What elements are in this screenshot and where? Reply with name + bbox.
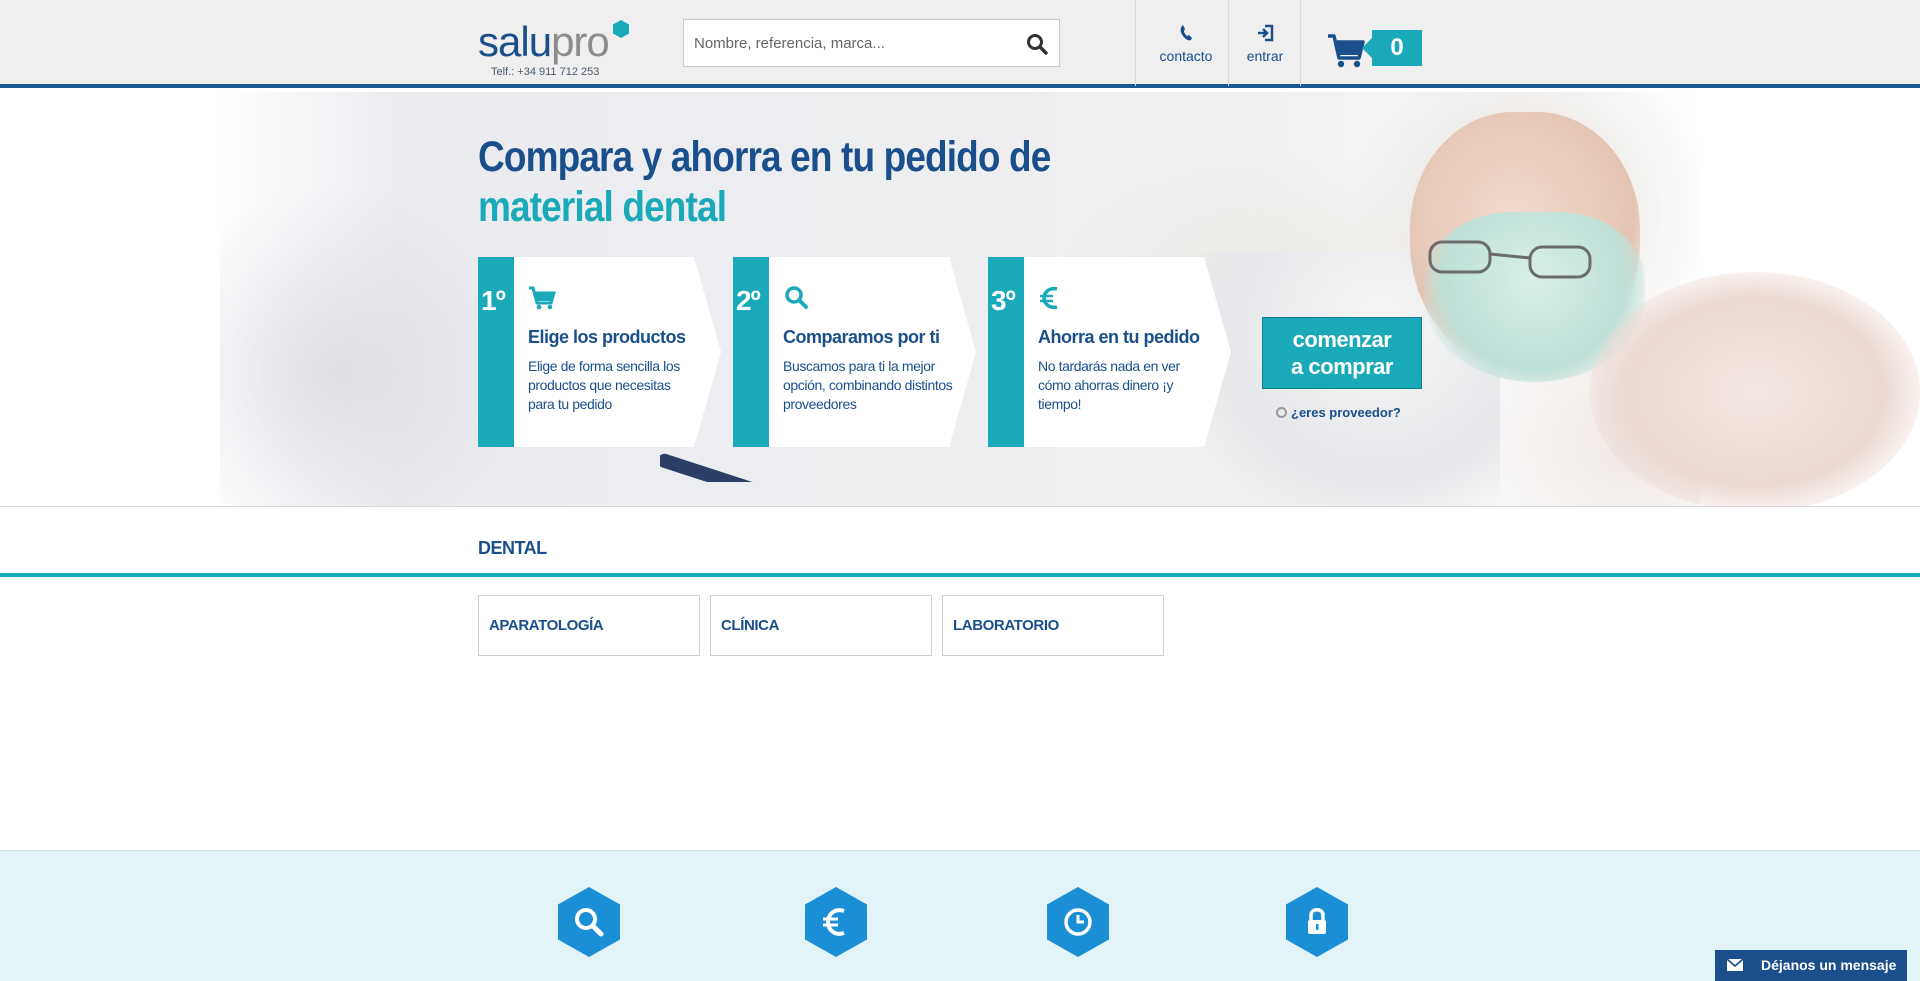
search-icon (785, 286, 808, 309)
step-description: Elige de forma sencilla los productos qu… (528, 358, 680, 412)
clock-icon (1047, 887, 1109, 957)
cta-label-line2: a comprar (1291, 354, 1393, 379)
login-label: entrar (1246, 48, 1284, 64)
euro-icon (1040, 286, 1058, 310)
site-header: salupro Telf.: +34 911 712 253 contacto … (0, 0, 1920, 88)
hero-photo-glasses (1428, 240, 1592, 279)
logo-hexagon-icon (613, 20, 629, 38)
envelope-icon (1727, 959, 1743, 971)
header-divider (1228, 0, 1229, 86)
step-heading: Comparamos por ti (783, 327, 940, 347)
step-heading: Elige los productos (528, 327, 686, 347)
contact-label: contacto (1159, 48, 1213, 64)
phone-icon (1180, 25, 1192, 41)
category-clinica[interactable]: CLÍNICA (710, 595, 932, 656)
feature-search (558, 887, 620, 957)
header-divider (1300, 0, 1301, 86)
search-icon (558, 887, 620, 957)
euro-icon (805, 887, 867, 957)
category-label: APARATOLOGÍA (489, 617, 604, 634)
cart-icon (529, 286, 556, 310)
login-icon (1258, 24, 1274, 42)
category-label: LABORATORIO (953, 617, 1059, 634)
search-icon[interactable] (1025, 32, 1049, 56)
feature-time (1047, 887, 1109, 957)
contact-link[interactable]: contacto (1152, 22, 1220, 64)
leave-message-label: Déjanos un mensaje (1761, 957, 1897, 973)
step-heading: Ahorra en tu pedido (1038, 327, 1200, 347)
provider-link[interactable]: ¿eres proveedor? (1276, 405, 1401, 420)
header-divider (1135, 0, 1136, 86)
radio-icon (1276, 407, 1287, 418)
provider-link-label: ¿eres proveedor? (1291, 405, 1401, 420)
step-card-1: 1º Elige los productos Elige de forma se… (478, 257, 721, 447)
features-strip (0, 850, 1920, 981)
feature-price (805, 887, 867, 957)
step-number: 2º (736, 285, 761, 316)
category-laboratorio[interactable]: LABORATORIO (942, 595, 1164, 656)
logo-text-salu: salu (478, 18, 552, 65)
cart-count-badge[interactable]: 0 (1362, 30, 1422, 66)
hero-title-line2: material dental (478, 183, 727, 231)
hero-title-line1: Compara y ahorra en tu pedido de (478, 133, 1051, 181)
search-box (683, 19, 1060, 67)
login-link[interactable]: entrar (1240, 22, 1290, 64)
logo-text-pro: pro (551, 18, 610, 65)
step-description: No tardarás nada en ver cómo ahorras din… (1038, 358, 1180, 412)
step-card-2: 2º Comparamos por ti Buscamos para ti la… (733, 257, 976, 447)
hero-title: Compara y ahorra en tu pedido de materia… (478, 132, 1144, 232)
cart-icon[interactable] (1326, 30, 1366, 70)
phone-number: Telf.: +34 911 712 253 (491, 66, 600, 78)
category-aparatologia[interactable]: APARATOLOGÍA (478, 595, 700, 656)
cta-label-line1: comenzar (1292, 327, 1392, 352)
step-description: Buscamos para ti la mejor opción, combin… (783, 358, 953, 412)
logo[interactable]: salupro (478, 18, 610, 66)
lock-icon (1286, 887, 1348, 957)
category-label: CLÍNICA (721, 617, 780, 634)
step-number: 3º (991, 285, 1016, 316)
category-section-header: DENTAL (0, 507, 1920, 577)
start-shopping-button[interactable]: comenzar a comprar (1262, 317, 1422, 389)
feature-security (1286, 887, 1348, 957)
hero-banner: Compara y ahorra en tu pedido de materia… (0, 92, 1920, 507)
leave-message-button[interactable]: Déjanos un mensaje (1715, 950, 1907, 981)
step-card-3: 3º Ahorra en tu pedido No tardarás nada … (988, 257, 1231, 447)
hero-photo-dental-tool (660, 453, 792, 482)
hero-photo-patient (1590, 272, 1920, 506)
search-input[interactable] (684, 20, 1014, 66)
step-number: 1º (481, 285, 506, 316)
category-title: DENTAL (478, 538, 547, 558)
